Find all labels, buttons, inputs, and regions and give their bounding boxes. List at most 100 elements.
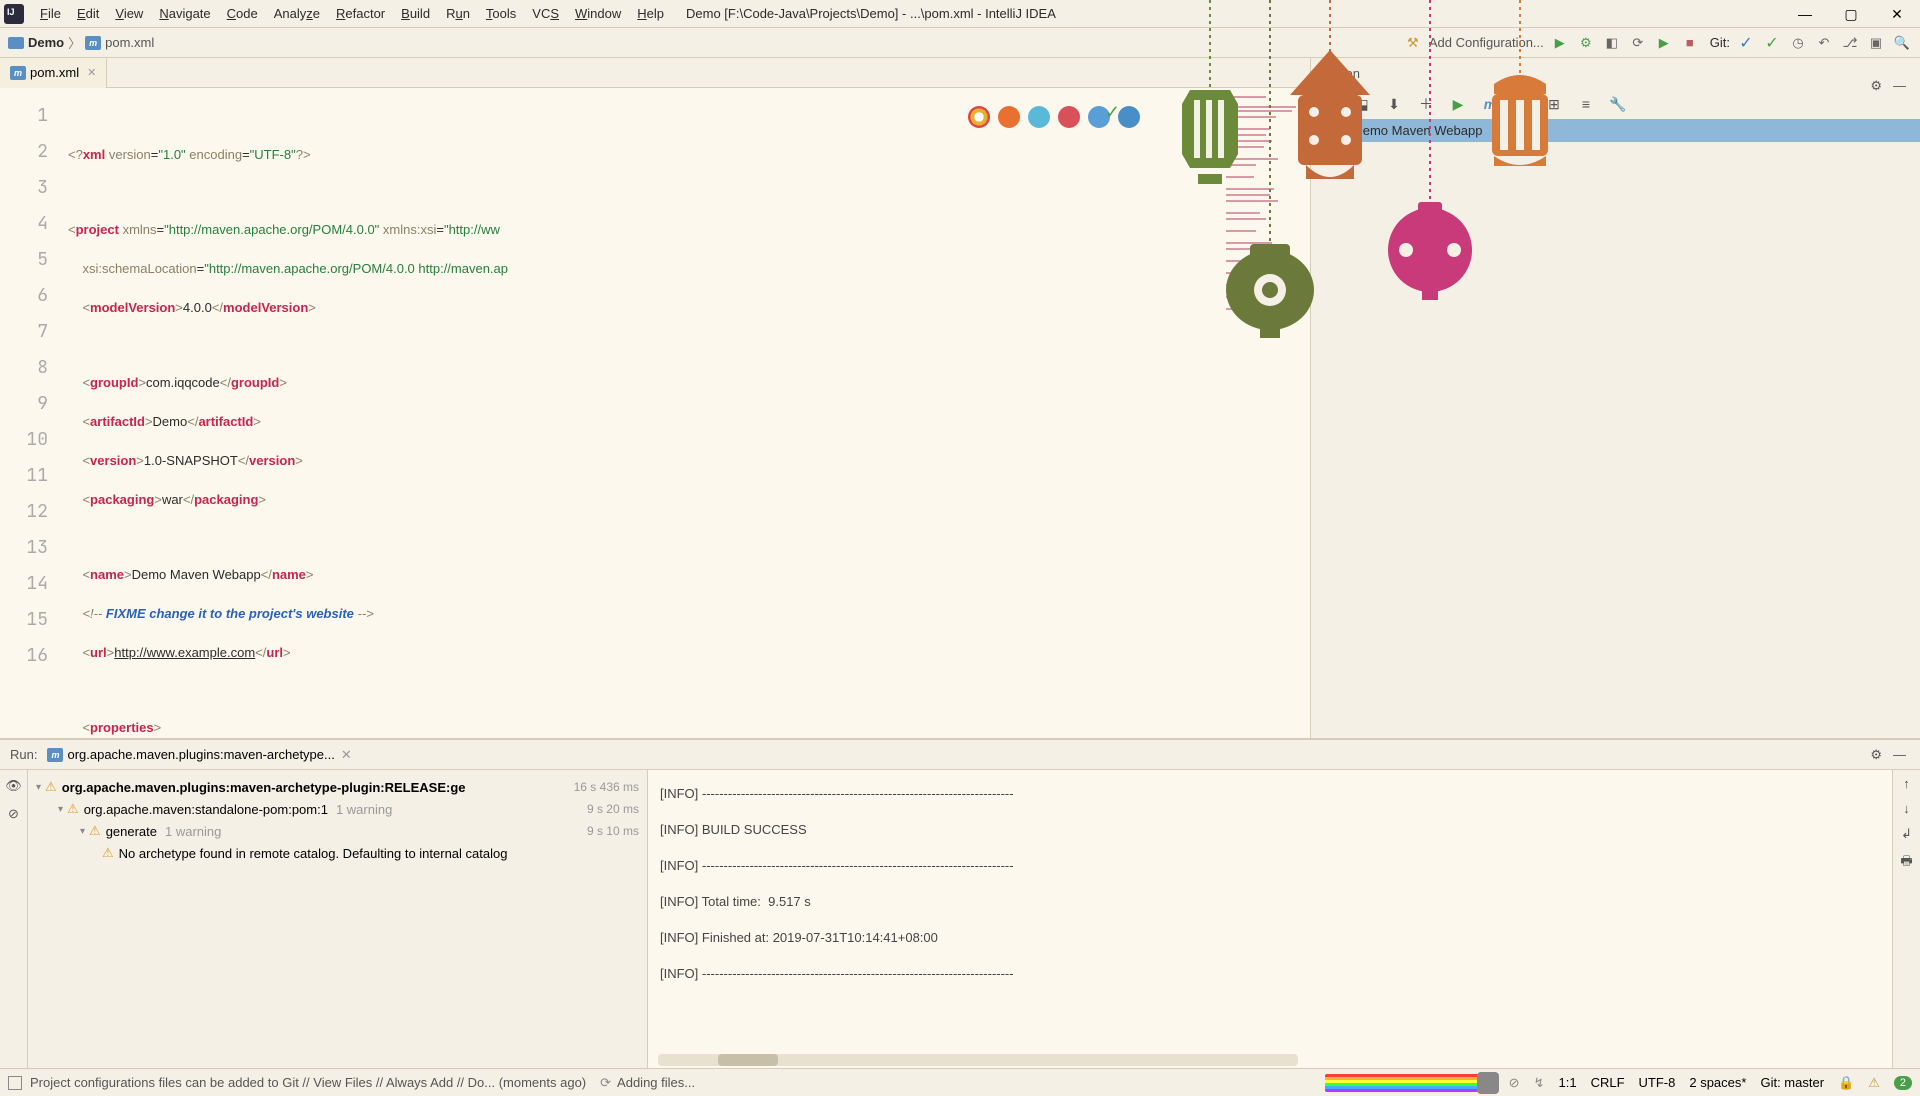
pin-icon[interactable]: ⊘ — [8, 806, 19, 822]
menu-run[interactable]: Run — [438, 2, 478, 25]
inspection-ok-icon[interactable]: ✓ — [1105, 94, 1120, 130]
tree-row[interactable]: ▾⚠generate1 warning9 s 10 ms — [36, 820, 639, 842]
maven-file-icon: m — [85, 36, 101, 50]
menu-vcs[interactable]: VCS — [524, 2, 567, 25]
run-maven-icon[interactable]: ▶ — [1449, 95, 1467, 113]
minimize-button[interactable]: — — [1782, 0, 1828, 28]
maven-project-item[interactable]: › m Demo Maven Webapp — [1311, 119, 1920, 142]
editor[interactable]: 12345678910111213141516 <?xml version="1… — [0, 88, 1310, 738]
caret-pos[interactable]: 1:1 — [1558, 1075, 1576, 1090]
notifications-badge[interactable]: 2 — [1894, 1076, 1912, 1090]
download-icon[interactable]: ⬇ — [1385, 95, 1403, 113]
run-minimize-icon[interactable]: — — [1893, 747, 1906, 762]
run-config-name[interactable]: org.apache.maven.plugins:maven-archetype… — [67, 747, 334, 762]
menu-view[interactable]: View — [107, 2, 151, 25]
toggle-offline-icon[interactable]: ⇄ — [1513, 95, 1531, 113]
coverage-icon[interactable]: ◧ — [1602, 33, 1622, 53]
search-icon[interactable]: 🔍 — [1892, 33, 1912, 53]
run-icon[interactable]: ▶ — [1550, 33, 1570, 53]
build-icon[interactable]: ⚒ — [1403, 33, 1423, 53]
indent[interactable]: 2 spaces* — [1689, 1075, 1746, 1090]
mem-icon[interactable]: ↯ — [1534, 1075, 1545, 1091]
run-output[interactable]: [INFO] ---------------------------------… — [648, 770, 1892, 1068]
stop-icon[interactable]: ■ — [1680, 33, 1700, 53]
tree-row[interactable]: ▾⚠org.apache.maven:standalone-pom:pom:11… — [36, 798, 639, 820]
structure-icon[interactable]: ▣ — [1866, 33, 1886, 53]
revert-icon[interactable]: ↶ — [1814, 33, 1834, 53]
nyan-progress — [1325, 1074, 1495, 1092]
line-sep[interactable]: CRLF — [1591, 1075, 1625, 1090]
reload-icon[interactable]: ⟳ — [1321, 95, 1339, 113]
firefox-icon[interactable] — [998, 106, 1020, 128]
add-icon[interactable]: ＋ — [1417, 95, 1435, 113]
menu-analyze[interactable]: Analyze — [266, 2, 328, 25]
run-close-icon[interactable]: ✕ — [341, 747, 352, 763]
breadcrumb-file[interactable]: pom.xml — [105, 35, 154, 50]
output-toolbar: ↑ ↓ ↲ 🖶 — [1892, 770, 1920, 1068]
output-line: [INFO] Total time: 9.517 s — [660, 884, 1880, 920]
git-label: Git: — [1710, 35, 1730, 50]
profile-icon[interactable]: ⟳ — [1628, 33, 1648, 53]
breadcrumb-root[interactable]: Demo — [28, 35, 64, 50]
close-button[interactable]: ✕ — [1874, 0, 1920, 28]
chrome-icon[interactable] — [968, 106, 990, 128]
menu-refactor[interactable]: Refactor — [328, 2, 393, 25]
menu-navigate[interactable]: Navigate — [151, 2, 218, 25]
tree-row[interactable]: ⚠No archetype found in remote catalog. D… — [36, 842, 639, 864]
menu-tools[interactable]: Tools — [478, 2, 524, 25]
breadcrumb-sep: 〉 — [68, 33, 81, 52]
maven-project-label: Demo Maven Webapp — [1353, 123, 1482, 138]
git-branch[interactable]: Git: master — [1760, 1075, 1824, 1090]
history-icon[interactable]: ◷ — [1788, 33, 1808, 53]
gc-icon[interactable]: ⊘ — [1509, 1075, 1520, 1091]
scroll-top-icon[interactable]: ↑ — [1903, 776, 1910, 791]
minimap[interactable] — [1220, 88, 1310, 738]
tool-window-icon[interactable] — [8, 1076, 22, 1090]
menu-edit[interactable]: Edit — [69, 2, 107, 25]
menu-build[interactable]: Build — [393, 2, 438, 25]
menu-file[interactable]: File — [32, 2, 69, 25]
encoding[interactable]: UTF-8 — [1639, 1075, 1676, 1090]
git-update-icon[interactable]: ✓ — [1736, 33, 1756, 53]
maximize-button[interactable]: ▢ — [1828, 0, 1874, 28]
safari-icon[interactable] — [1028, 106, 1050, 128]
status-message[interactable]: Project configurations files can be adde… — [30, 1075, 586, 1090]
lock-icon[interactable]: 🔒 — [1838, 1075, 1854, 1091]
show-deps-icon[interactable]: ⊞ — [1545, 95, 1563, 113]
git-commit-icon[interactable]: ✓ — [1762, 33, 1782, 53]
panel-minimize-icon[interactable]: — — [1893, 78, 1906, 93]
debug-icon[interactable]: ⚙ — [1576, 33, 1596, 53]
generate-icon[interactable]: ⬓ — [1353, 95, 1371, 113]
edge-icon[interactable] — [1118, 106, 1140, 128]
tab-pom[interactable]: m pom.xml ✕ — [0, 58, 107, 88]
scrollbar-thumb[interactable] — [718, 1054, 778, 1066]
run-label: Run: — [10, 747, 37, 762]
status-bar: Project configurations files can be adde… — [0, 1068, 1920, 1096]
menu-bar: File Edit View Navigate Code Analyze Ref… — [0, 0, 1920, 28]
run-tree[interactable]: ▾⚠org.apache.maven.plugins:maven-archety… — [28, 770, 648, 1068]
panel-settings-icon[interactable]: ⚙ — [1870, 78, 1882, 94]
menu-help[interactable]: Help — [629, 2, 672, 25]
collapse-icon[interactable]: ≡ — [1577, 95, 1595, 113]
scroll-bot-icon[interactable]: ↓ — [1903, 801, 1910, 816]
menu-window[interactable]: Window — [567, 2, 629, 25]
opera-icon[interactable] — [1058, 106, 1080, 128]
run-settings-icon[interactable]: ⚙ — [1870, 747, 1882, 763]
menu-code[interactable]: Code — [219, 2, 266, 25]
maven-module-icon: m — [1333, 124, 1349, 138]
show-icon[interactable]: 👁 — [5, 778, 22, 794]
code-area[interactable]: <?xml version="1.0" encoding="UTF-8"?> <… — [60, 88, 1220, 738]
maven-title: Maven — [1311, 58, 1920, 89]
run2-icon[interactable]: ▶ — [1654, 33, 1674, 53]
tree-row[interactable]: ▾⚠org.apache.maven.plugins:maven-archety… — [36, 776, 639, 798]
settings-icon[interactable]: 🔧 — [1609, 95, 1627, 113]
git-branch-icon[interactable]: ⎇ — [1840, 33, 1860, 53]
add-configuration[interactable]: Add Configuration... — [1429, 35, 1544, 50]
soft-wrap-icon[interactable]: ↲ — [1901, 826, 1912, 842]
inspect-icon[interactable]: ⚠ — [1868, 1075, 1880, 1091]
scrollbar[interactable] — [658, 1054, 1298, 1066]
maven-panel: Maven ⚙ — ⟳ ⬓ ⬇ ＋ ▶ m ⇄ ⊞ ≡ 🔧 › m Demo M… — [1310, 58, 1920, 738]
tab-close-icon[interactable]: ✕ — [87, 66, 96, 79]
execute-icon[interactable]: m — [1481, 95, 1499, 113]
print-icon[interactable]: 🖶 — [1900, 852, 1912, 874]
